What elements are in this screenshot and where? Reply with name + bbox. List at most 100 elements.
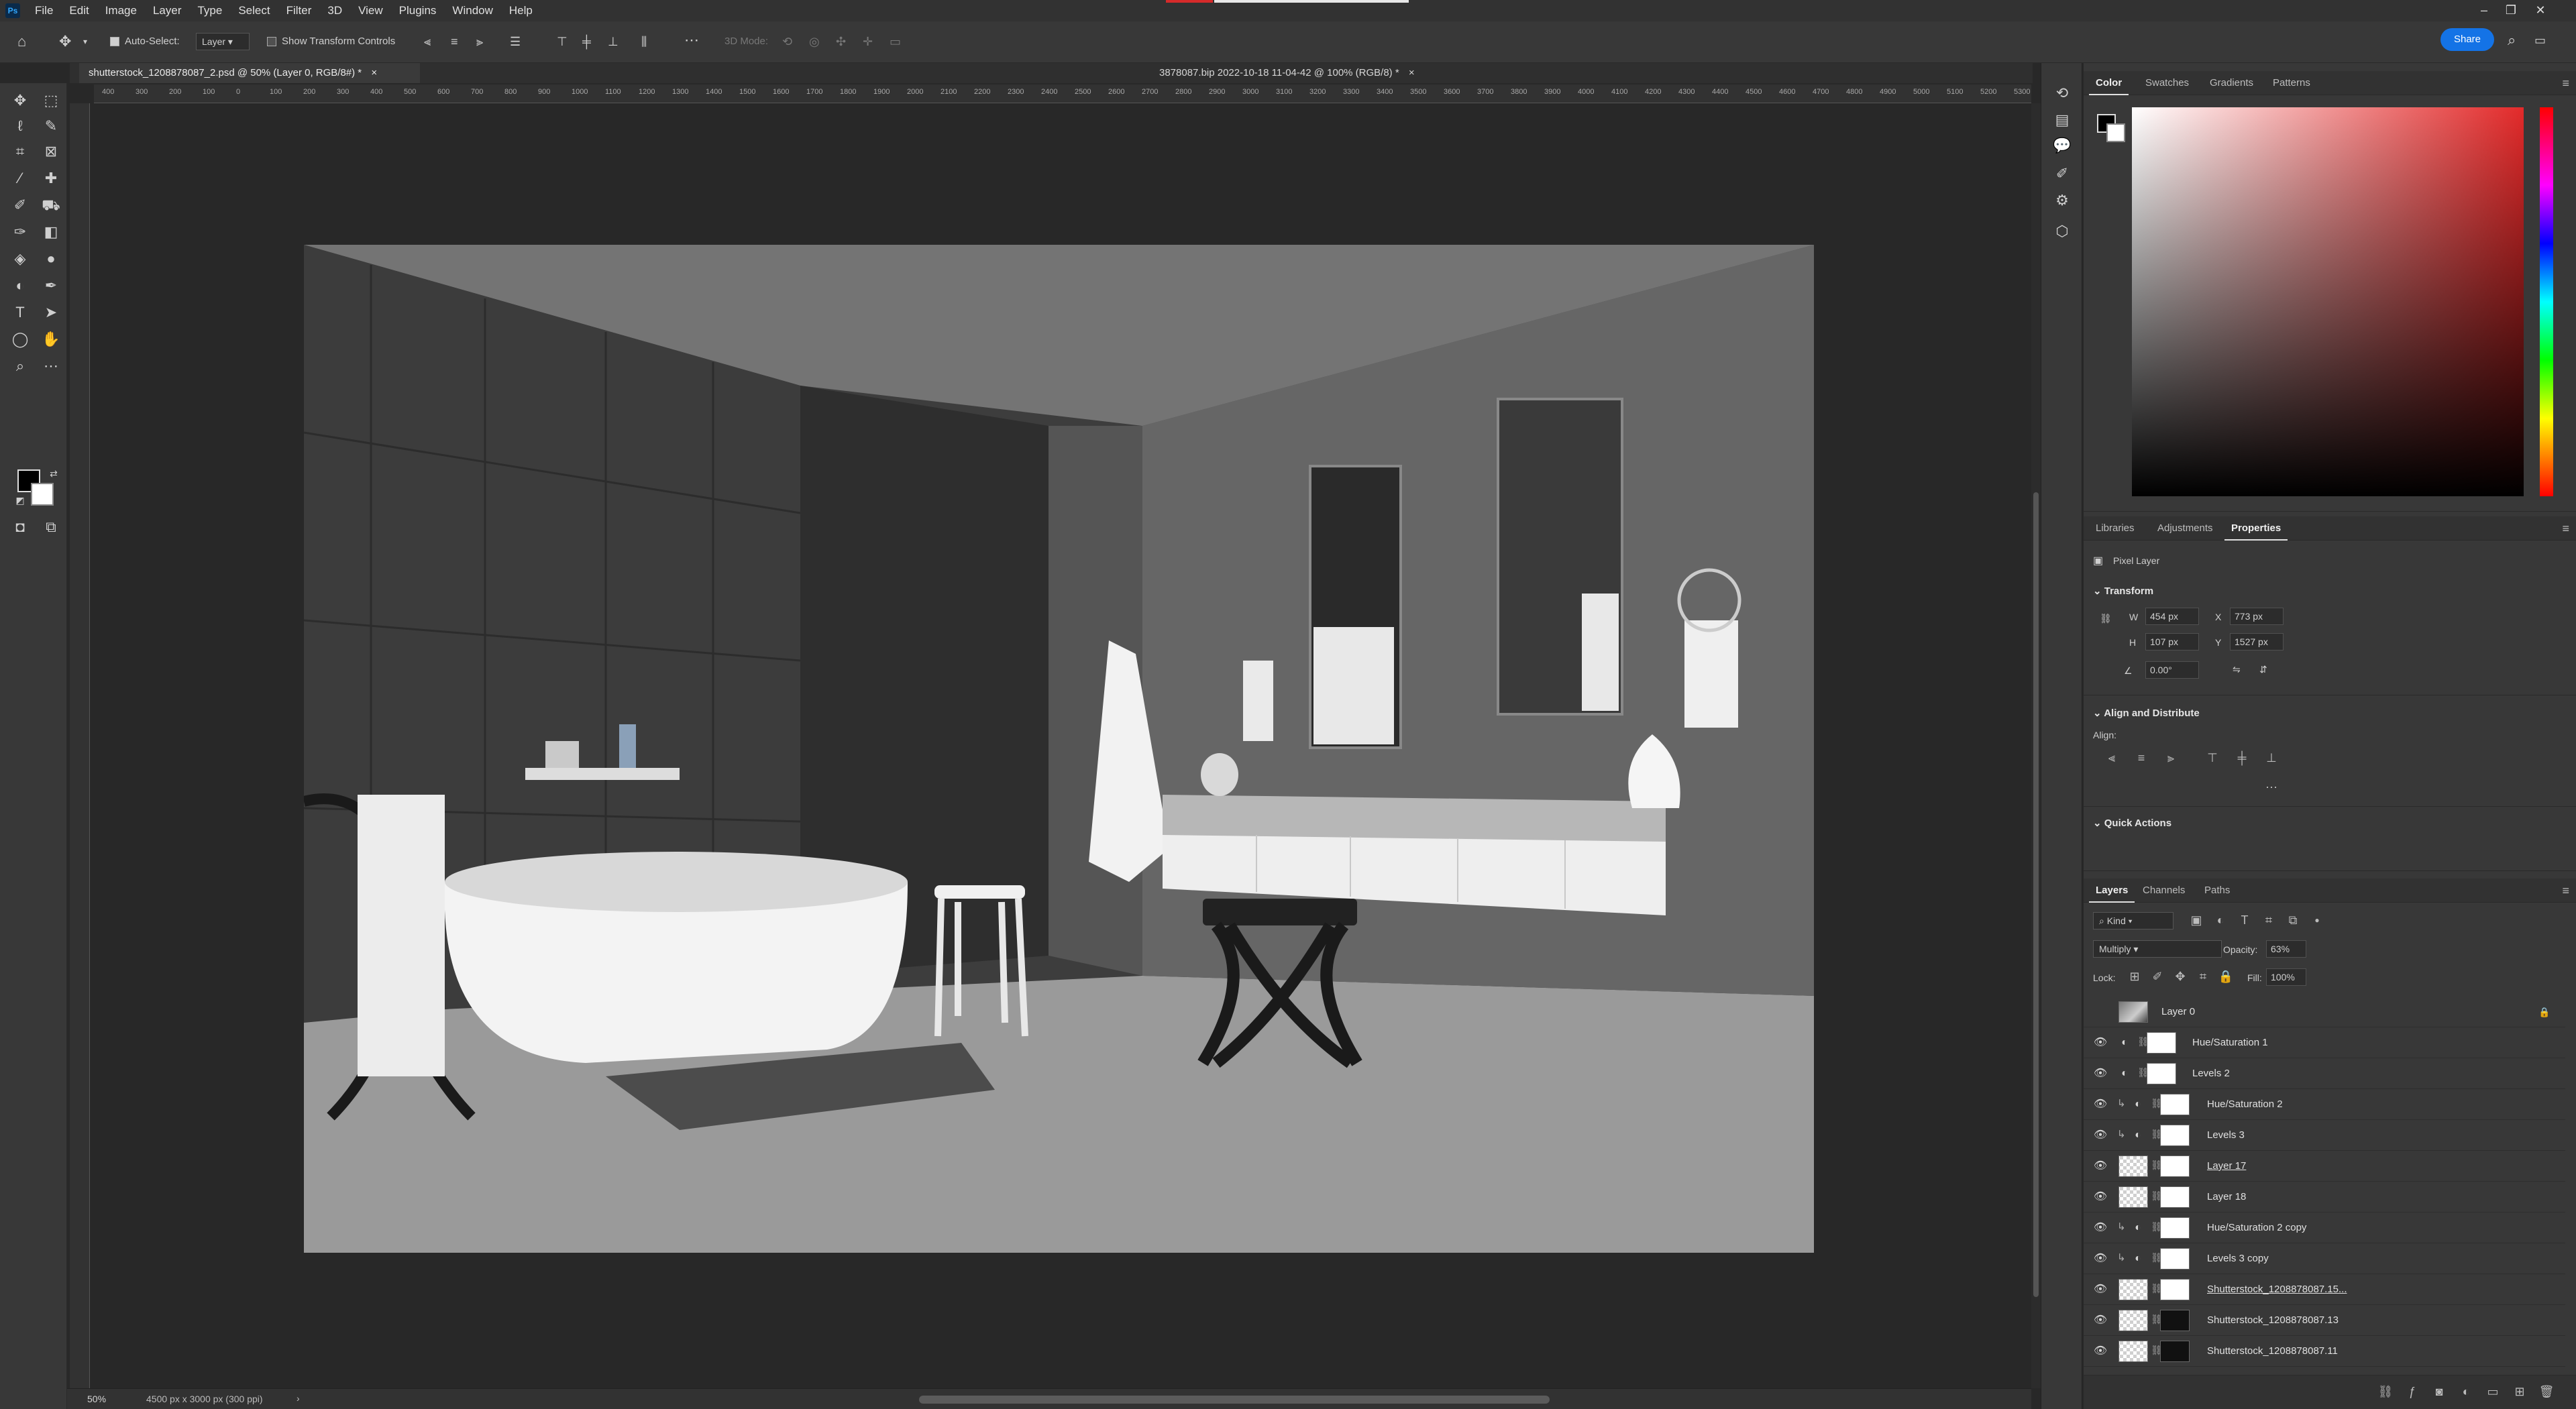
color-background-swatch[interactable] [2106, 123, 2125, 142]
tab-swatches[interactable]: Swatches [2139, 71, 2196, 95]
layer-row[interactable]: 👁 ⛓ Shutterstock_1208878087.15... [2084, 1274, 2565, 1305]
chevron-down-icon[interactable]: ▾ [83, 34, 87, 50]
mask-link-icon[interactable]: ⛓ [2151, 1221, 2163, 1235]
mask-link-icon[interactable]: ⛓ [2151, 1252, 2163, 1265]
visibility-eye-icon[interactable]: 👁 [2093, 1190, 2108, 1204]
move-tool-icon[interactable]: ✥ [9, 90, 31, 111]
align-center-icon[interactable]: ≡ [451, 34, 458, 50]
tab-document-1[interactable]: shutterstock_1208878087_2.psd @ 50% (Lay… [79, 63, 420, 83]
align-middle-icon[interactable]: ╪ [582, 34, 591, 50]
angle-field[interactable]: 0.00° [2145, 661, 2199, 679]
filter-adjustment-icon[interactable]: ◐ [2212, 912, 2229, 928]
layer-row[interactable]: 👁 ⛓ Layer 17 [2084, 1151, 2565, 1182]
visibility-eye-icon[interactable]: 👁 [2093, 1221, 2108, 1235]
align-right-edges-icon[interactable]: ⫸ [2163, 750, 2179, 766]
mask-link-icon[interactable]: ⛓ [2151, 1098, 2163, 1111]
dodge-tool-icon[interactable]: ◐ [9, 275, 31, 296]
panel-menu-icon[interactable]: ≡ [2562, 76, 2569, 91]
eyedropper-tool-icon[interactable]: ⁄ [9, 168, 31, 189]
path-select-icon[interactable]: ➤ [40, 302, 62, 323]
lasso-tool-icon[interactable]: ℓ [9, 115, 31, 137]
layer-mask-thumbnail[interactable] [2160, 1279, 2190, 1300]
layer-mask-thumbnail[interactable] [2160, 1094, 2190, 1115]
color-field[interactable] [2132, 107, 2524, 496]
x-field[interactable]: 773 px [2230, 608, 2284, 625]
filter-toggle-icon[interactable]: ● [2309, 912, 2325, 928]
mask-link-icon[interactable]: ⛓ [2151, 1190, 2163, 1204]
visibility-eye-icon[interactable]: 👁 [2093, 1282, 2108, 1297]
blend-mode-dropdown[interactable]: Multiply ▾ [2093, 940, 2222, 958]
lock-pixels-icon[interactable]: ✐ [2149, 968, 2165, 984]
tab-color[interactable]: Color [2089, 71, 2129, 95]
align-vertical-centers-icon[interactable]: ╪ [2234, 750, 2250, 766]
menu-type[interactable]: Type [189, 4, 230, 17]
mask-link-icon[interactable]: ⛓ [2151, 1345, 2163, 1358]
align-top-icon[interactable]: ⊤ [557, 34, 568, 50]
layer-name[interactable]: Shutterstock_1208878087.13 [2207, 1314, 2339, 1326]
tab-patterns[interactable]: Patterns [2266, 71, 2317, 95]
new-group-icon[interactable]: ▭ [2485, 1384, 2501, 1400]
search-icon[interactable]: ⌕ [2508, 32, 2516, 48]
link-icon[interactable]: ⛓ [2100, 613, 2112, 624]
brush-tool-icon[interactable]: ✐ [9, 194, 31, 216]
layer-name[interactable]: Layer 0 [2161, 1006, 2195, 1017]
width-field[interactable]: 454 px [2145, 608, 2199, 625]
zoom-level[interactable]: 50% [87, 1394, 106, 1404]
notes-icon[interactable]: ▤ [2052, 110, 2072, 130]
layer-name[interactable]: Levels 3 [2207, 1129, 2245, 1141]
new-adjustment-icon[interactable]: ◐ [2458, 1384, 2474, 1400]
visibility-eye-icon[interactable]: 👁 [2093, 1035, 2108, 1050]
layer-row[interactable]: 👁 ↳ ◐ ⛓ Hue/Saturation 2 copy [2084, 1213, 2565, 1243]
panel-menu-icon[interactable]: ≡ [2562, 522, 2569, 536]
document-info[interactable]: 4500 px x 3000 px (300 ppi) [146, 1394, 263, 1404]
transform-section-title[interactable]: ⌄ Transform [2093, 585, 2153, 597]
tab-adjustments[interactable]: Adjustments [2151, 516, 2220, 541]
background-color-swatch[interactable] [31, 483, 54, 506]
opacity-field[interactable]: 63% [2266, 940, 2306, 958]
layer-mask-thumbnail[interactable] [2160, 1156, 2190, 1177]
eraser-tool-icon[interactable]: ◧ [40, 221, 62, 243]
pen-tool-icon[interactable]: ✒ [40, 275, 62, 296]
menu-window[interactable]: Window [444, 4, 500, 17]
close-tab-icon[interactable]: × [1409, 67, 1415, 78]
tab-channels[interactable]: Channels [2136, 879, 2192, 903]
quick-actions-section-title[interactable]: ⌄ Quick Actions [2093, 817, 2171, 829]
menu-3d[interactable]: 3D [319, 4, 350, 17]
align-horizontal-centers-icon[interactable]: ≡ [2133, 750, 2149, 766]
hue-slider[interactable] [2540, 107, 2553, 496]
align-left-edges-icon[interactable]: ⫷ [2104, 750, 2120, 766]
align-right-icon[interactable]: ⫸ [476, 34, 483, 50]
mask-link-icon[interactable]: ⛓ [2151, 1160, 2163, 1173]
move-tool-icon[interactable]: ✥ [59, 34, 71, 50]
quick-mask-icon[interactable]: ◘ [9, 516, 31, 538]
menu-select[interactable]: Select [230, 4, 278, 17]
align-bottom-icon[interactable]: ⊥ [608, 34, 619, 50]
mask-link-icon[interactable]: ⛓ [2137, 1036, 2149, 1050]
align-left-icon[interactable]: ⫷ [424, 34, 431, 50]
new-layer-icon[interactable]: ⊞ [2512, 1384, 2528, 1400]
lock-all-icon[interactable]: 🔒 [2218, 968, 2234, 984]
visibility-eye-icon[interactable]: 👁 [2093, 1344, 2108, 1359]
3d-cube-icon[interactable]: ⬡ [2052, 221, 2072, 241]
more-options-icon[interactable]: ⋯ [684, 32, 699, 48]
mask-link-icon[interactable]: ⛓ [2151, 1283, 2163, 1296]
orbit-3d-icon[interactable]: ⟲ [782, 34, 792, 50]
history-icon[interactable]: ⟲ [2052, 83, 2072, 103]
visibility-eye-icon[interactable]: 👁 [2093, 1097, 2108, 1112]
frame-tool-icon[interactable]: ⊠ [40, 141, 62, 162]
layer-mask-thumbnail[interactable] [2160, 1341, 2190, 1362]
visibility-eye-icon[interactable]: 👁 [2093, 1128, 2108, 1143]
layer-row[interactable]: 👁 ⛓ Shutterstock_1208878087.11 [2084, 1336, 2565, 1367]
link-layers-icon[interactable]: ⛓ [2377, 1384, 2394, 1400]
lock-artboard-icon[interactable]: ⌗ [2195, 968, 2211, 984]
menu-plugins[interactable]: Plugins [391, 4, 445, 17]
default-colors-icon[interactable]: ◩ [9, 490, 31, 511]
type-tool-icon[interactable]: T [9, 302, 31, 323]
menu-image[interactable]: Image [97, 4, 145, 17]
blur-tool-icon[interactable]: ● [40, 248, 62, 270]
bathroom-image[interactable] [304, 245, 1814, 1253]
tab-paths[interactable]: Paths [2198, 879, 2237, 903]
menu-layer[interactable]: Layer [145, 4, 190, 17]
layer-name[interactable]: Shutterstock_1208878087.15... [2207, 1284, 2347, 1295]
canvas-area[interactable] [90, 103, 2031, 1388]
